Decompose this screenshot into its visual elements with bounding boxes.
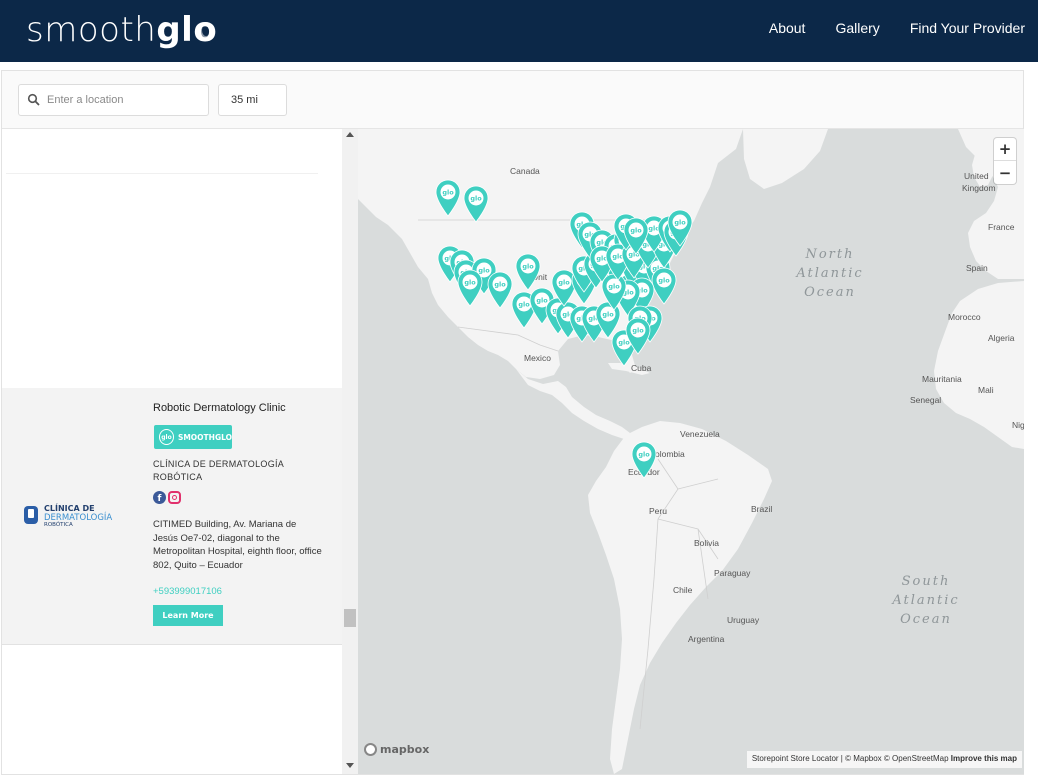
mapbox-logo[interactable]: mapbox (364, 743, 429, 756)
marker-glo-label: glo (630, 227, 642, 235)
social-links: f (153, 491, 181, 504)
improve-map-link[interactable]: Improve this map (951, 754, 1017, 763)
scroll-up-arrow-icon[interactable] (346, 132, 354, 137)
map-label-paraguay: Paraguay (714, 568, 751, 578)
map-label-algeria: Algeria (988, 333, 1015, 343)
marker-glo-label: glo (674, 219, 686, 227)
map-label-venezuela: Venezuela (680, 429, 720, 439)
provider-map-marker[interactable]: glo (623, 217, 649, 255)
marker-glo-label: glo (442, 189, 454, 197)
map-label-morocco: Morocco (948, 312, 981, 322)
store-locator: 35 mi CLÍNICA DE DERMATOLOGÍA ROBÓTICA R… (1, 70, 1024, 775)
list-item[interactable] (6, 173, 318, 387)
logo-light-text: smooth (26, 10, 157, 50)
provider-map-marker[interactable]: glo (667, 209, 693, 247)
map-label-chile: Chile (673, 585, 693, 595)
zoom-in-button[interactable]: + (994, 138, 1016, 161)
map-label-kingdom: Kingdom (962, 183, 996, 193)
marker-glo-label: glo (658, 277, 670, 285)
attribution-locator-link[interactable]: Storepoint Store Locator (752, 754, 839, 763)
smoothglo-logo[interactable]: smooth glo (26, 8, 217, 52)
logo-ring-icon (200, 22, 212, 38)
svg-text:CLÍNICA DE: CLÍNICA DE (44, 502, 95, 513)
provider-map-marker[interactable]: glo (487, 271, 513, 309)
ocean-label-south-atlantic: South Atlantic Ocean (892, 574, 960, 627)
nav-find-provider-link[interactable]: Find Your Provider (910, 20, 1025, 36)
marker-glo-label: glo (494, 281, 506, 289)
learn-more-button[interactable]: Learn More (153, 605, 223, 626)
search-bar: 35 mi (2, 71, 1023, 129)
map-label-senegal: Senegal (910, 395, 942, 405)
nav-gallery-link[interactable]: Gallery (835, 20, 879, 36)
map-label-colombia: olombia (655, 449, 685, 459)
provider-map-marker[interactable]: glo (631, 441, 657, 479)
map-label-mexico: Mexico (524, 353, 551, 363)
map-label-canada: Canada (510, 166, 540, 176)
map-label-united: United (964, 171, 989, 181)
top-navigation-bar: smooth glo About Gallery Find Your Provid… (0, 0, 1038, 62)
instagram-icon[interactable] (168, 491, 181, 504)
marker-glo-label: glo (638, 451, 650, 459)
map-label-france: France (988, 222, 1015, 232)
marker-glo-label: glo (470, 195, 482, 203)
zoom-out-button[interactable]: − (994, 161, 1016, 184)
marker-glo-label: glo (522, 263, 534, 271)
clinic-subtitle: CLÍNICA DE DERMATOLOGÍA ROBÓTICA (153, 459, 284, 482)
ocean-label-north-atlantic: North Atlantic Ocean (796, 247, 864, 300)
map-label-spain: Spain (966, 263, 988, 273)
scroll-thumb[interactable] (344, 609, 356, 627)
list-item[interactable]: CLÍNICA DE DERMATOLOGÍA ROBÓTICA Robotic… (2, 388, 342, 645)
clinic-address: CITIMED Building, Av. Mariana de Jesús O… (153, 519, 322, 571)
clinic-name: Robotic Dermatology Clinic (153, 402, 286, 414)
map-label-nig: Nig (1012, 420, 1024, 430)
glo-badge-icon: glo (159, 429, 174, 445)
nav-about-link[interactable]: About (769, 20, 806, 36)
attribution-osm-link[interactable]: © OpenStreetMap (884, 754, 949, 763)
marker-glo-label: glo (464, 279, 476, 287)
facebook-icon[interactable]: f (153, 491, 166, 504)
provider-map-marker[interactable]: glo (515, 253, 541, 291)
zoom-control: + − (994, 138, 1016, 184)
map-label-peru: Peru (649, 506, 667, 516)
marker-glo-label: glo (602, 311, 614, 319)
badge-label: SMOOTHGLO (177, 432, 232, 442)
smoothglo-badge: glo SMOOTHGLO (154, 425, 232, 449)
map-label-uruguay: Uruguay (727, 615, 760, 625)
provider-map-marker[interactable]: glo (463, 185, 489, 223)
results-list: CLÍNICA DE DERMATOLOGÍA ROBÓTICA Robotic… (2, 129, 358, 774)
map-label-argentina: Argentina (688, 634, 725, 644)
mapbox-logo-text: mapbox (380, 743, 430, 756)
scroll-down-arrow-icon[interactable] (346, 763, 354, 768)
provider-map-marker[interactable]: glo (625, 317, 651, 355)
marker-glo-label: glo (632, 327, 644, 335)
clinic-logo: CLÍNICA DE DERMATOLOGÍA ROBÓTICA (24, 502, 112, 528)
marker-glo-label: glo (608, 283, 620, 291)
provider-map[interactable]: Canada Unit Mexico Cuba Venezuela olombi… (358, 129, 1024, 774)
search-icon (27, 93, 40, 106)
clinic-phone-link[interactable]: +593999017106 (153, 586, 222, 597)
location-search-box (18, 84, 209, 116)
map-label-mauritania: Mauritania (922, 374, 962, 384)
list-scrollbar[interactable] (342, 129, 358, 774)
provider-map-marker[interactable]: glo (457, 269, 483, 307)
marker-glo-label: glo (558, 279, 570, 287)
location-search-input[interactable] (47, 85, 205, 115)
svg-text:ROBÓTICA: ROBÓTICA (44, 521, 73, 528)
mapbox-logo-icon (364, 743, 377, 756)
radius-select[interactable]: 35 mi (218, 84, 287, 116)
map-label-brazil: Brazil (751, 504, 773, 514)
map-attribution: Storepoint Store Locator | © Mapbox © Op… (746, 751, 1022, 768)
attribution-mapbox-link[interactable]: | © Mapbox (841, 754, 882, 763)
provider-map-marker[interactable]: glo (435, 179, 461, 217)
map-label-bolivia: Bolivia (694, 538, 720, 548)
map-label-mali: Mali (978, 385, 994, 395)
main-nav: About Gallery Find Your Provider (769, 0, 1025, 56)
